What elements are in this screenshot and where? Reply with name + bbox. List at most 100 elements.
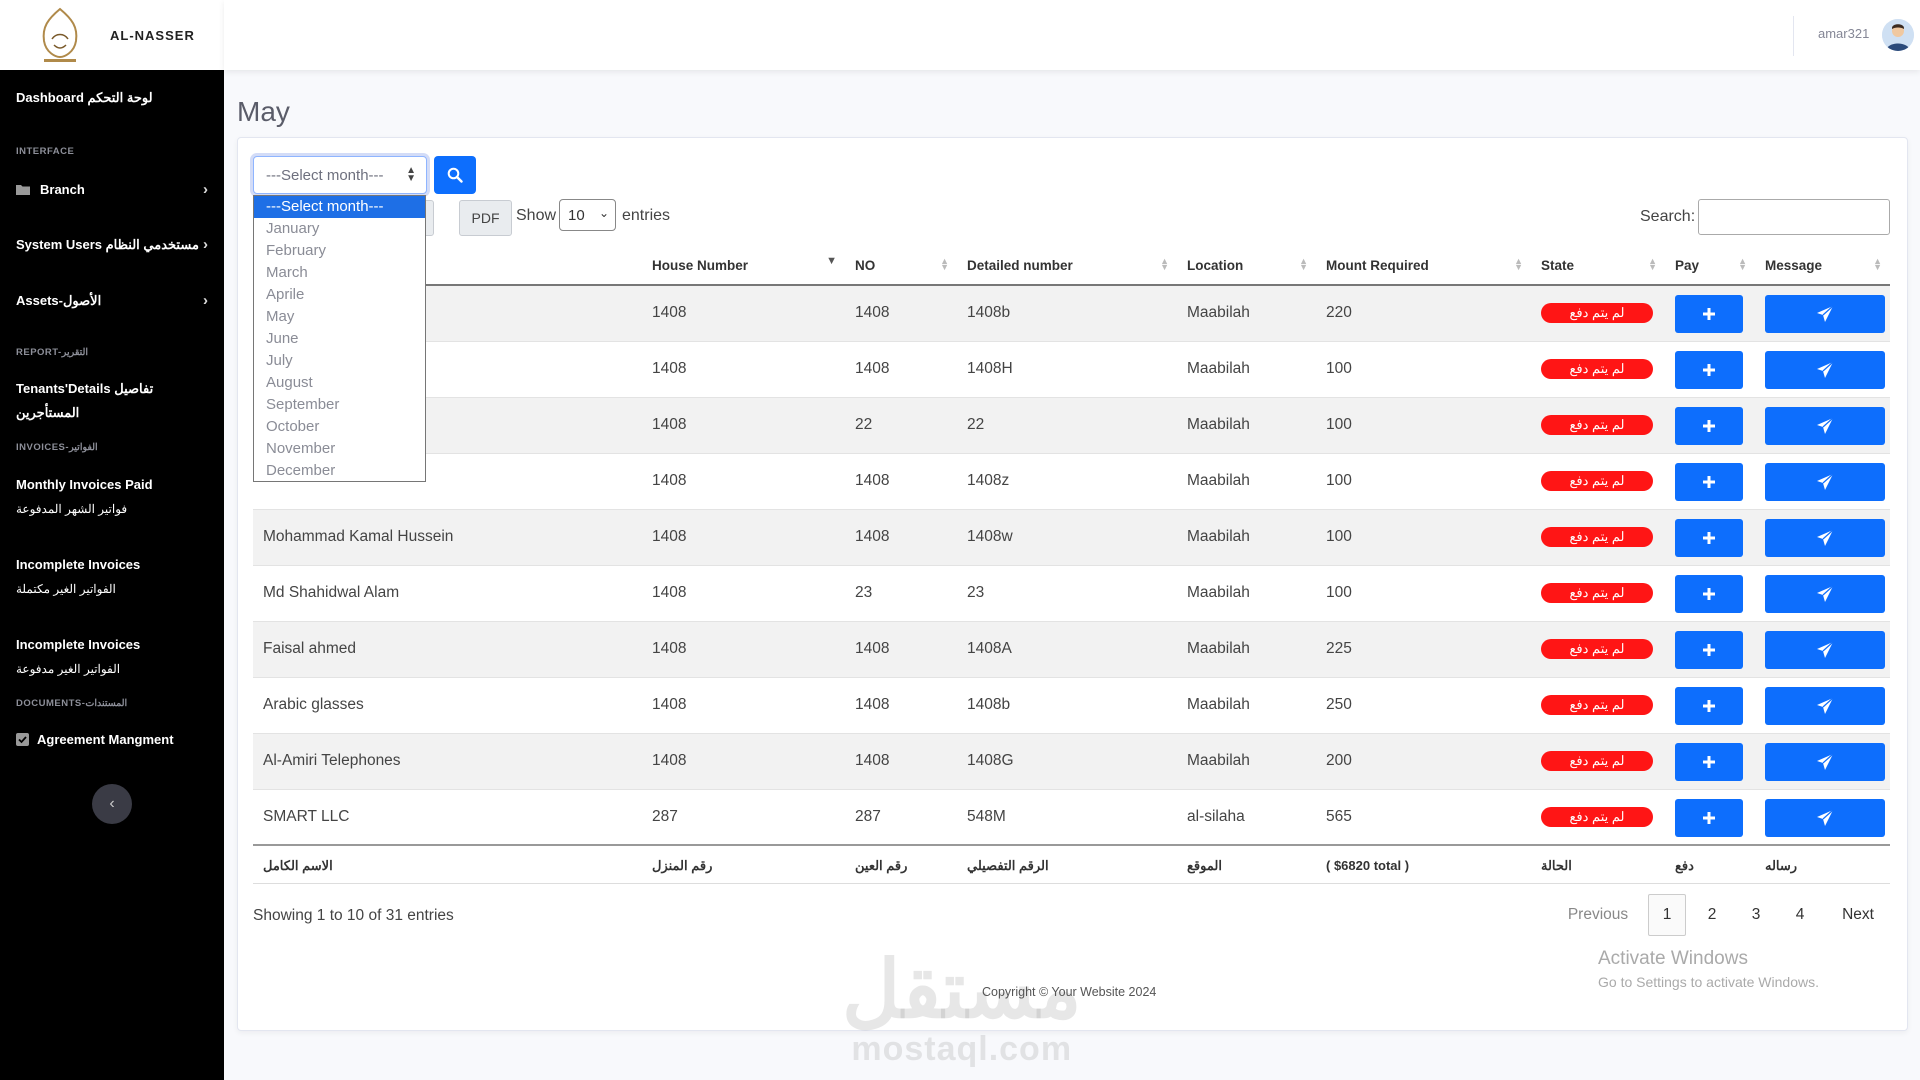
month-option[interactable]: June — [254, 328, 425, 350]
column-header-mount-required[interactable]: Mount Required ▲ ▼ — [1316, 246, 1531, 286]
sidebar-item-agreement[interactable]: Agreement Mangment — [16, 732, 208, 747]
column-header-label: Mount Required — [1326, 257, 1429, 273]
sidebar-item-unpaid-invoices[interactable]: Incomplete Invoices الفواتير الغير مدفوع… — [16, 633, 208, 681]
brand[interactable]: AL-NASSER — [0, 0, 224, 70]
column-header-house-number[interactable]: House Number ▼ — [642, 246, 845, 286]
month-option[interactable]: Aprile — [254, 284, 425, 306]
pagination-next[interactable]: Next — [1830, 894, 1886, 936]
cell-detailed-number: 1408b — [957, 676, 1177, 733]
cell-no: 1408 — [845, 620, 957, 677]
cell-message — [1755, 732, 1890, 789]
month-select-value: ---Select month--- — [266, 166, 384, 184]
month-option[interactable]: November — [254, 438, 425, 460]
sidebar-item-monthly-paid[interactable]: Monthly Invoices Paid فواتير الشهر المدف… — [16, 473, 208, 521]
cell-no: 1408 — [845, 676, 957, 733]
cell-state: لم يتم دفع — [1531, 284, 1665, 341]
send-message-button[interactable] — [1765, 406, 1885, 445]
watermark-latin: mostaql.com — [851, 1030, 1073, 1068]
column-header-pay[interactable]: Pay ▲ ▼ — [1665, 246, 1755, 286]
status-badge: لم يتم دفع — [1541, 470, 1653, 491]
month-option[interactable]: January — [254, 218, 425, 240]
send-message-button[interactable] — [1765, 295, 1885, 333]
month-select[interactable]: ---Select month--- ▲ ▼ — [253, 156, 427, 194]
sidebar-item-system-users[interactable]: System Users مستخدمي النظام › — [16, 236, 208, 253]
month-option[interactable]: July — [254, 350, 425, 372]
send-icon — [1817, 417, 1834, 434]
month-option[interactable]: October — [254, 416, 425, 438]
month-option[interactable]: September — [254, 394, 425, 416]
cell-house-number: 287 — [642, 788, 845, 845]
cell-mount-required: 565 — [1316, 788, 1531, 845]
sidebar-item-incomplete-invoices[interactable]: Incomplete Invoices الفواتير الغير مكتمل… — [16, 553, 208, 601]
send-message-button[interactable] — [1765, 350, 1885, 389]
send-message-button[interactable] — [1765, 462, 1885, 501]
cell-location: Maabilah — [1177, 508, 1316, 565]
checkbox-icon — [16, 733, 29, 746]
sidebar-toggle-button[interactable]: ‹ — [92, 784, 132, 824]
month-option[interactable]: August — [254, 372, 425, 394]
column-header-state[interactable]: State ▲ ▼ — [1531, 246, 1665, 286]
column-header-location[interactable]: Location ▲ ▼ — [1177, 246, 1316, 286]
cell-location: Maabilah — [1177, 620, 1316, 677]
pay-button[interactable] — [1675, 350, 1743, 389]
cell-detailed-number: 548M — [957, 788, 1177, 845]
plus-icon — [1703, 475, 1715, 488]
pay-button[interactable] — [1675, 518, 1743, 557]
status-badge: لم يتم دفع — [1541, 694, 1653, 715]
pay-button[interactable] — [1675, 295, 1743, 333]
sidebar-item-assets[interactable]: Assets-الأصول › — [16, 292, 208, 309]
send-message-button[interactable] — [1765, 686, 1885, 725]
sidebar-heading-documents: DOCUMENTS-المستندات — [16, 698, 128, 709]
table-row: Mohammad Kamal Hussein 1408 1408 1408w Maabi… — [253, 508, 1890, 565]
cell-house-number: 1408 — [642, 508, 845, 565]
column-header-detailed-number[interactable]: Detailed number ▲ ▼ — [957, 246, 1177, 286]
send-message-button[interactable] — [1765, 798, 1885, 837]
cell-no: 1408 — [845, 452, 957, 509]
month-dropdown-list: ---Select month--- January February March Ap… — [253, 195, 426, 482]
cell-state: لم يتم دفع — [1531, 452, 1665, 509]
pagination-page-1[interactable]: 1 — [1648, 894, 1686, 936]
sidebar-item-sublabel: الفواتير الغير مكتملة — [16, 582, 116, 596]
pay-button[interactable] — [1675, 574, 1743, 613]
pay-button[interactable] — [1675, 686, 1743, 725]
cell-mount-required: 100 — [1316, 564, 1531, 621]
send-message-button[interactable] — [1765, 518, 1885, 557]
cell-pay — [1665, 564, 1755, 621]
pagination-previous[interactable]: Previous — [1560, 894, 1636, 936]
cell-mount-required: 100 — [1316, 396, 1531, 453]
sidebar-item-dashboard[interactable]: Dashboard لوحة التحكم — [16, 90, 208, 106]
send-message-button[interactable] — [1765, 742, 1885, 781]
sidebar-item-label: Branch — [40, 182, 85, 197]
chevron-right-icon: › — [203, 236, 208, 253]
username[interactable]: amar321 — [1818, 26, 1869, 41]
cell-message — [1755, 676, 1890, 733]
column-header-message[interactable]: Message ▲ ▼ — [1755, 246, 1890, 286]
pay-button[interactable] — [1675, 406, 1743, 445]
pay-button[interactable] — [1675, 462, 1743, 501]
pay-button[interactable] — [1675, 742, 1743, 781]
pagination-page-2[interactable]: 2 — [1693, 894, 1731, 936]
month-option[interactable]: ---Select month--- — [254, 196, 425, 218]
pagination-page-3[interactable]: 3 — [1737, 894, 1775, 936]
column-header-label: Location — [1187, 257, 1244, 273]
send-message-button[interactable] — [1765, 574, 1885, 613]
entries-select[interactable]: 10 ⌄ — [559, 199, 616, 231]
pay-button[interactable] — [1675, 630, 1743, 669]
cell-detailed-number: 1408A — [957, 620, 1177, 677]
pay-button[interactable] — [1675, 798, 1743, 837]
pagination-page-4[interactable]: 4 — [1781, 894, 1819, 936]
month-option[interactable]: February — [254, 240, 425, 262]
sidebar-item-branch[interactable]: Branch › — [16, 181, 208, 198]
send-icon — [1817, 361, 1834, 378]
sidebar-item-tenants-details[interactable]: Tenants'Details تفاصيل المستأجرين — [16, 377, 166, 425]
month-option[interactable]: December — [254, 460, 425, 482]
send-message-button[interactable] — [1765, 630, 1885, 669]
avatar[interactable] — [1882, 19, 1914, 51]
pdf-button[interactable]: PDF — [459, 200, 512, 236]
month-option[interactable]: March — [254, 262, 425, 284]
cell-full-name: Al-Amiri Telephones — [253, 732, 642, 789]
search-input[interactable] — [1698, 199, 1890, 235]
search-button[interactable] — [434, 156, 476, 194]
month-option[interactable]: May — [254, 306, 425, 328]
column-header-no[interactable]: NO ▲ ▼ — [845, 246, 957, 286]
